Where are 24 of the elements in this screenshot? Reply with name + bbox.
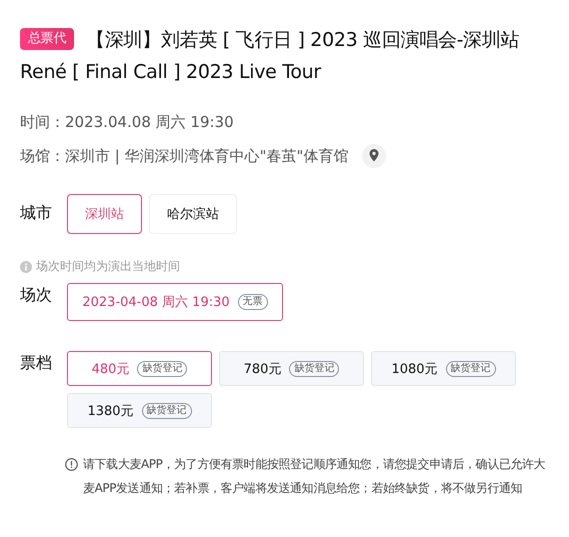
notice-text: 请下载大麦APP，为了方便有票时能按照登记顺序通知您，请您提交申请后，确认已允许大麦APP发送通知；若补票，客户端将发送通知消息给您；若始终缺货，将不做另行通知 [83,456,546,497]
alert-icon [65,458,78,471]
venue-text: 场馆：深圳市 | 华润深圳湾体育中心"春茧"体育馆 [20,146,348,166]
location-pin-icon[interactable] [362,144,386,168]
status-tag: 缺货登记 [446,360,496,376]
session-option[interactable]: 2023-04-08 周六 19:30 无票 [67,283,283,321]
price-option[interactable]: 1080元 缺货登记 [371,351,516,386]
tier-label: 票档 [20,352,53,374]
price-option[interactable]: 480元 缺货登记 [67,351,212,386]
status-tag: 缺货登记 [137,360,188,376]
status-tag: 无票 [238,294,268,310]
agent-badge: 总票代 [20,28,74,50]
session-label: 场次 [20,284,53,306]
city-option[interactable]: 深圳站 [67,194,142,234]
city-option[interactable]: 哈尔滨站 [149,194,237,234]
time-text: 时间：2023.04.08 周六 19:30 [20,112,234,132]
price-option[interactable]: 1380元 缺货登记 [67,393,212,428]
info-icon [20,260,32,272]
event-title: 总票代 【深圳】刘若英 [ 飞行日 ] 2023 巡回演唱会-深圳站René [ Final Call ] 2023 Live Tour [20,27,520,85]
session-note: 场次时间均为演出当地时间 [36,258,180,275]
status-tag: 缺货登记 [289,360,340,376]
price-option[interactable]: 780元 缺货登记 [219,351,364,386]
city-label: 城市 [20,202,53,224]
status-tag: 缺货登记 [142,402,192,418]
